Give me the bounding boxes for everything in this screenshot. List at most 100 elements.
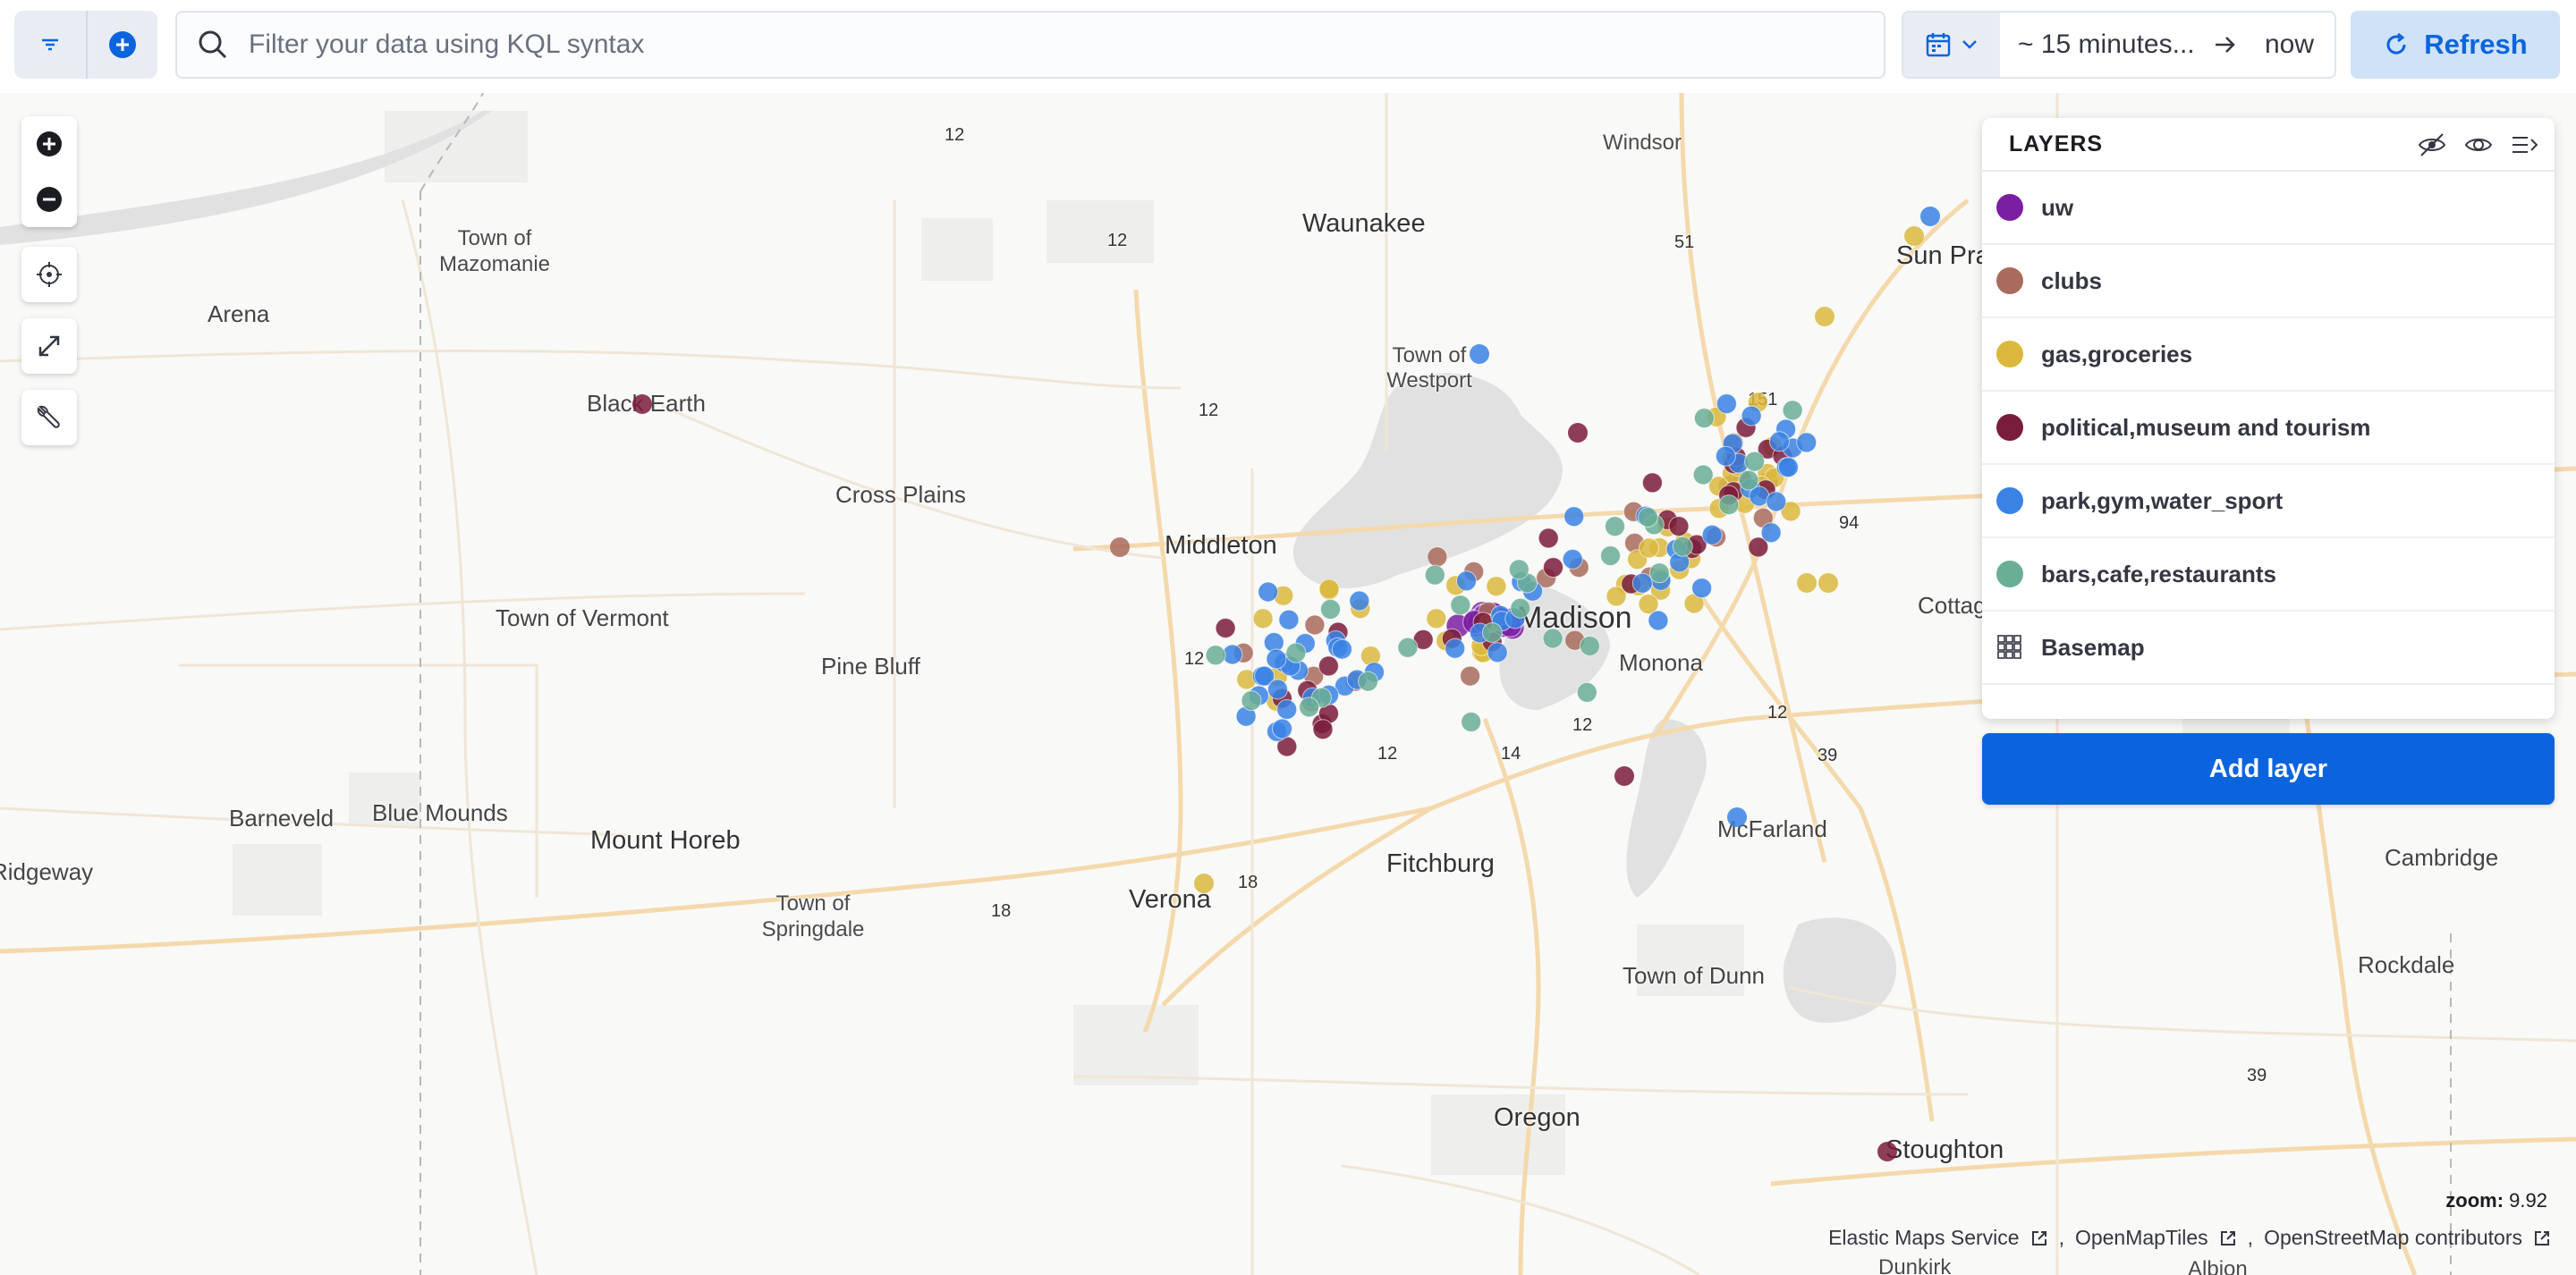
map-point-bars_cafe_restaurants[interactable] [1461, 712, 1482, 732]
map-point-bars_cafe_restaurants[interactable] [1648, 562, 1670, 584]
map-point-park_gym_water_sport[interactable] [1278, 609, 1300, 630]
map-point-bars_cafe_restaurants[interactable] [1542, 628, 1563, 649]
map-point-gas_groceries[interactable] [1426, 608, 1447, 629]
map-point-political_museum_tourism[interactable] [1215, 618, 1236, 638]
eye-closed-icon[interactable] [2417, 131, 2447, 159]
attribution-link-elastic[interactable]: Elastic Maps Service [1828, 1226, 2019, 1250]
map-point-park_gym_water_sport[interactable] [1768, 431, 1790, 452]
time-start-button[interactable]: ~ 15 minutes... [2000, 30, 2206, 60]
map-point-park_gym_water_sport[interactable] [1349, 590, 1370, 612]
refresh-button[interactable]: Refresh [2351, 11, 2560, 79]
add-filter-button[interactable] [86, 11, 157, 79]
map-point-park_gym_water_sport[interactable] [1563, 506, 1585, 528]
map-point-bars_cafe_restaurants[interactable] [1299, 697, 1320, 718]
collapse-panel-icon[interactable] [2510, 131, 2540, 159]
map-point-park_gym_water_sport[interactable] [1631, 572, 1653, 594]
map-point-park_gym_water_sport[interactable] [1648, 610, 1669, 631]
kql-search-input[interactable] [249, 30, 1841, 60]
map-point-political_museum_tourism[interactable] [1312, 719, 1334, 740]
map-point-bars_cafe_restaurants[interactable] [1320, 598, 1341, 620]
map-point-bars_cafe_restaurants[interactable] [1285, 642, 1307, 663]
map-point-park_gym_water_sport[interactable] [1258, 581, 1279, 603]
map-point-gas_groceries[interactable] [1486, 576, 1507, 597]
map-point-political_museum_tourism[interactable] [1614, 766, 1634, 786]
map-point-gas_groceries[interactable] [1815, 307, 1835, 326]
layer-row[interactable]: gas,groceries [1982, 318, 2555, 392]
map-point-gas_groceries[interactable] [1818, 573, 1838, 593]
zoom-out-button[interactable] [21, 172, 77, 227]
map-point-park_gym_water_sport[interactable] [1487, 642, 1508, 663]
map-point-gas_groceries[interactable] [1797, 573, 1817, 593]
layer-row[interactable]: bars,cafe,restaurants [1982, 538, 2555, 612]
map-point-political_museum_tourism[interactable] [1543, 557, 1563, 578]
map-point-park_gym_water_sport[interactable] [1741, 405, 1762, 426]
layer-row[interactable]: political,museum and tourism [1982, 392, 2555, 465]
map-point-bars_cafe_restaurants[interactable] [1672, 536, 1693, 557]
map-point-bars_cafe_restaurants[interactable] [1424, 564, 1445, 586]
map-point-political_museum_tourism[interactable] [632, 394, 652, 414]
map-point-bars_cafe_restaurants[interactable] [1397, 637, 1419, 658]
time-end-button[interactable]: now [2245, 30, 2314, 60]
map-point-political_museum_tourism[interactable] [1318, 655, 1339, 677]
map-point-park_gym_water_sport[interactable] [1272, 718, 1292, 739]
map-point-bars_cafe_restaurants[interactable] [1744, 451, 1766, 472]
map-point-bars_cafe_restaurants[interactable] [1358, 671, 1378, 692]
map-point-clubs[interactable] [1427, 546, 1448, 568]
map-point-gas_groceries[interactable] [1252, 608, 1274, 629]
map-point-bars_cafe_restaurants[interactable] [1450, 595, 1471, 616]
kql-search-field[interactable] [175, 11, 1885, 79]
map-point-political_museum_tourism[interactable] [1641, 472, 1663, 494]
map-point-park_gym_water_sport[interactable] [1777, 457, 1799, 478]
map-point-park_gym_water_sport[interactable] [1796, 432, 1818, 453]
map-point-bars_cafe_restaurants[interactable] [1576, 681, 1597, 703]
quick-select-button[interactable] [1903, 13, 2000, 77]
map-point-bars_cafe_restaurants[interactable] [1782, 400, 1803, 421]
map-point-park_gym_water_sport[interactable] [1716, 393, 1737, 415]
map-point-park_gym_water_sport[interactable] [1691, 578, 1713, 599]
map-point-park_gym_water_sport[interactable] [1562, 548, 1583, 570]
map-point-bars_cafe_restaurants[interactable] [1241, 690, 1262, 712]
map-point-clubs[interactable] [1110, 537, 1130, 557]
map-point-political_museum_tourism[interactable] [1877, 1142, 1897, 1161]
map-point-bars_cafe_restaurants[interactable] [1481, 622, 1503, 643]
layer-row[interactable]: uw [1982, 172, 2555, 245]
map-point-park_gym_water_sport[interactable] [1331, 638, 1352, 660]
layer-row[interactable]: clubs [1982, 245, 2555, 318]
tools-button[interactable] [21, 390, 77, 445]
map-point-park_gym_water_sport[interactable] [1760, 522, 1782, 544]
map-point-park_gym_water_sport[interactable] [1266, 648, 1287, 670]
map-point-political_museum_tourism[interactable] [1538, 528, 1559, 549]
map-point-bars_cafe_restaurants[interactable] [1508, 559, 1530, 580]
map-point-park_gym_water_sport[interactable] [1267, 679, 1288, 700]
map-point-gas_groceries[interactable] [1639, 537, 1659, 559]
map-point-park_gym_water_sport[interactable] [1276, 699, 1298, 720]
map-point-clubs[interactable] [1304, 614, 1326, 636]
map-point-bars_cafe_restaurants[interactable] [1692, 464, 1714, 486]
map-point-gas_groceries[interactable] [1194, 874, 1214, 893]
map-point-bars_cafe_restaurants[interactable] [1600, 545, 1621, 567]
map-point-political_museum_tourism[interactable] [1668, 516, 1690, 537]
map-point-park_gym_water_sport[interactable] [1470, 344, 1489, 364]
map-point-political_museum_tourism[interactable] [1568, 423, 1588, 443]
map-point-bars_cafe_restaurants[interactable] [1510, 597, 1531, 619]
map-point-gas_groceries[interactable] [1318, 578, 1340, 600]
map-point-bars_cafe_restaurants[interactable] [1205, 645, 1226, 666]
reset-view-button[interactable] [21, 247, 77, 302]
map-point-gas_groceries[interactable] [1904, 226, 1924, 246]
map-point-clubs[interactable] [1460, 665, 1481, 687]
map-point-park_gym_water_sport[interactable] [1920, 207, 1940, 226]
map-point-park_gym_water_sport[interactable] [1445, 638, 1466, 659]
eye-icon[interactable] [2463, 131, 2494, 159]
add-layer-button[interactable]: Add layer [1982, 733, 2555, 805]
map-point-bars_cafe_restaurants[interactable] [1605, 516, 1625, 537]
map-point-park_gym_water_sport[interactable] [1727, 807, 1747, 827]
attribution-link-openstreetmap[interactable]: OpenStreetMap contributors [2264, 1226, 2522, 1250]
map-point-park_gym_water_sport[interactable] [1701, 524, 1723, 545]
attribution-link-openmaptiles[interactable]: OpenMapTiles [2075, 1226, 2208, 1250]
map-point-bars_cafe_restaurants[interactable] [1579, 636, 1600, 656]
filter-menu-button[interactable] [14, 11, 86, 79]
layer-row[interactable]: Basemap [1982, 612, 2555, 685]
layer-row[interactable]: park,gym,water_sport [1982, 465, 2555, 538]
map-point-bars_cafe_restaurants[interactable] [1738, 469, 1759, 491]
fullscreen-button[interactable] [21, 318, 77, 374]
